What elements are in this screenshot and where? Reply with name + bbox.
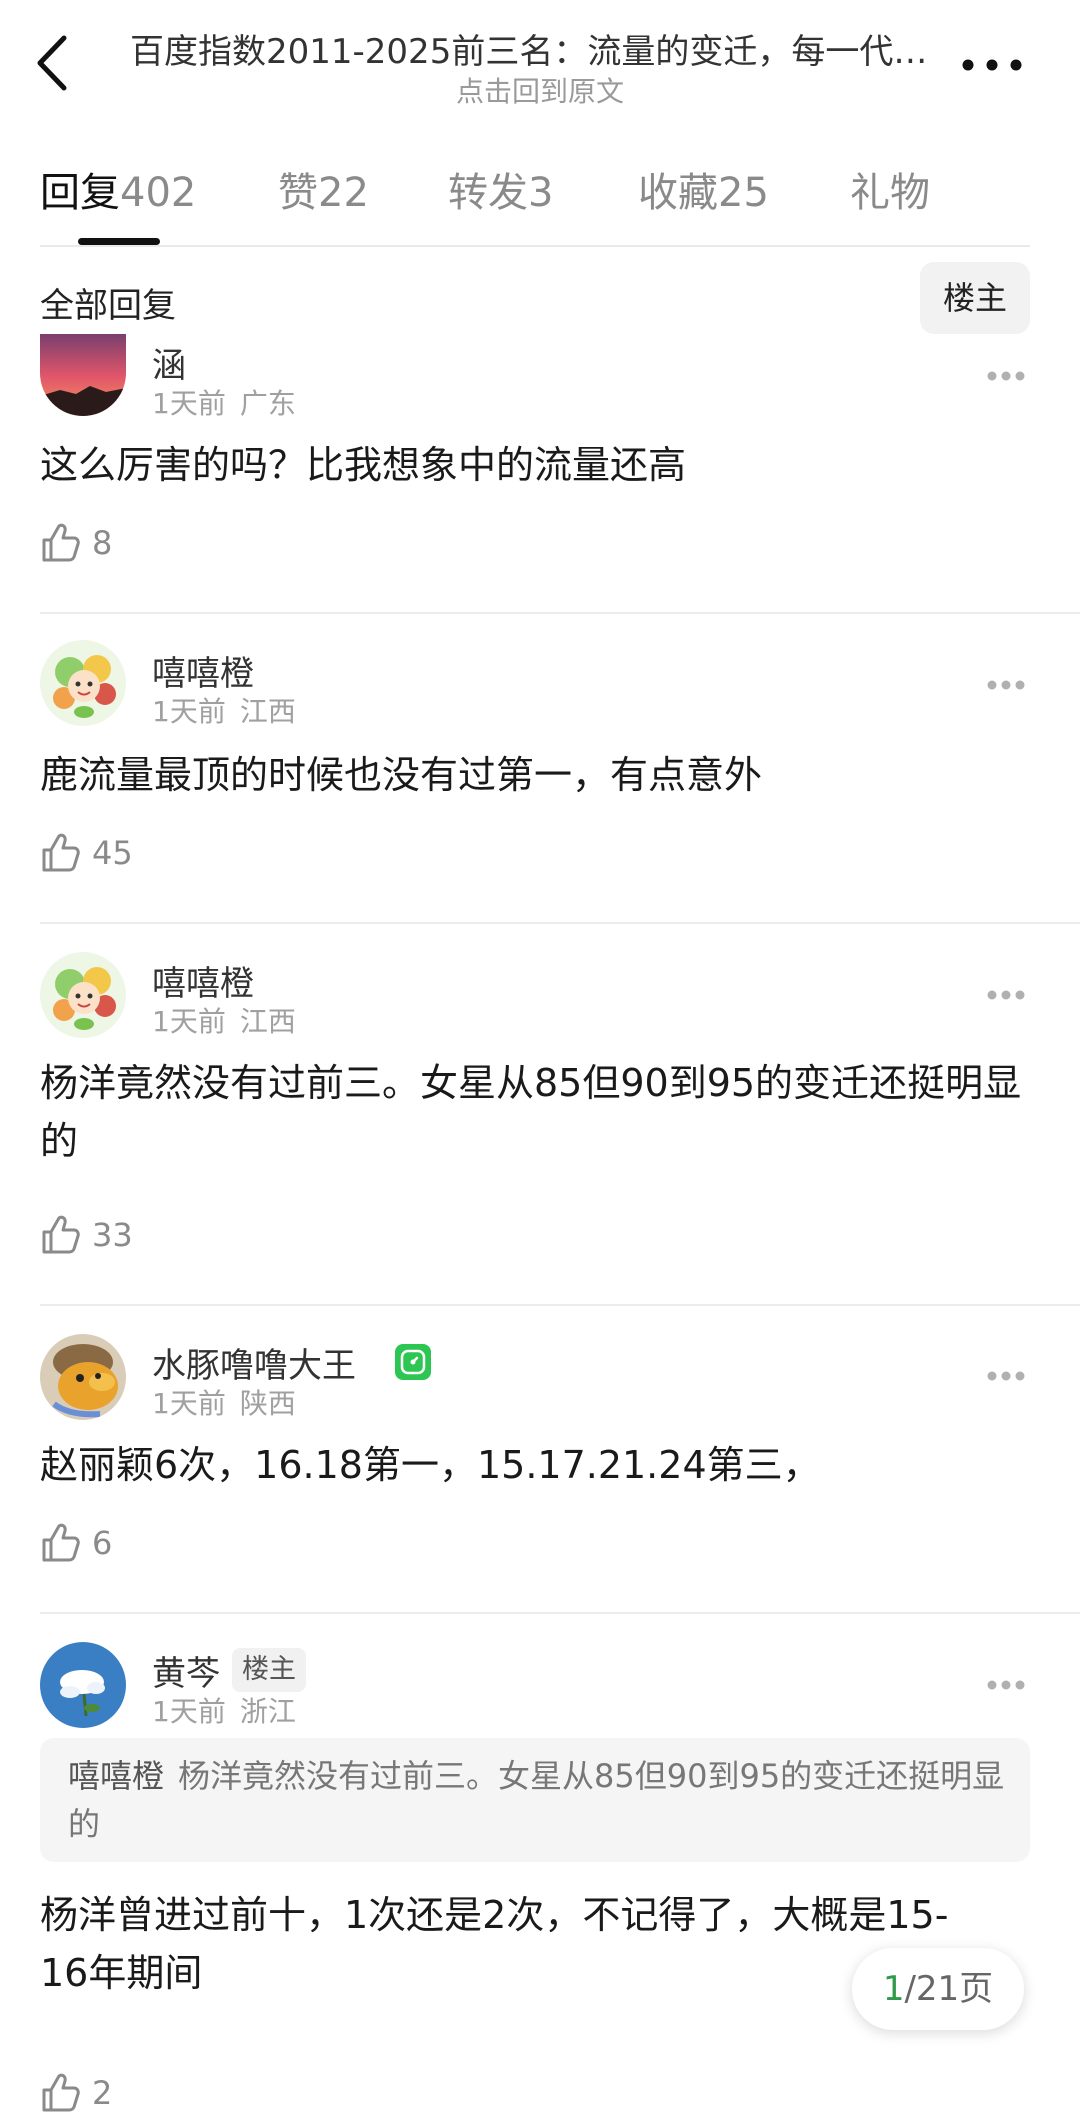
op-only-button[interactable]: 楼主: [920, 262, 1030, 334]
thumbs-up-icon: [42, 523, 80, 562]
back-to-original-link[interactable]: 点击回到原文: [0, 70, 1080, 110]
comment-text: 赵丽颖6次，16.18第一，15.17.21.24第三，: [40, 1443, 821, 1487]
comment-more-icon[interactable]: [986, 1367, 1026, 1381]
username[interactable]: 嘻嘻橙: [152, 646, 254, 695]
comment-text: 杨洋竟然没有过前三。女星从85但90到95的变迁还挺明显的: [40, 1061, 1022, 1163]
avatar[interactable]: [40, 640, 126, 726]
comment-divider: [40, 1612, 1080, 1614]
comment-more-icon[interactable]: [986, 1676, 1026, 1690]
quoted-author[interactable]: 嘻嘻橙: [68, 1757, 164, 1795]
thumbs-up-icon: [42, 833, 80, 872]
active-tab-indicator: [78, 238, 160, 245]
like-button[interactable]: 6: [40, 1522, 160, 1566]
thumbs-up-icon: [42, 2073, 80, 2112]
like-button[interactable]: 33: [40, 1214, 180, 1258]
comment-text: 这么厉害的吗？比我想象中的流量还高: [40, 443, 687, 487]
quoted-text: 杨洋竟然没有过前三。女星从85但90到95的变迁还挺明显的: [68, 1757, 1005, 1843]
avatar[interactable]: [40, 952, 126, 1038]
comment-meta: 1天前 江西: [152, 1005, 296, 1038]
tab-replies[interactable]: 回复402: [40, 160, 196, 218]
tab-favorites[interactable]: 收藏25: [638, 160, 769, 218]
tab-gifts[interactable]: 礼物: [850, 160, 930, 218]
comment-more-icon[interactable]: [986, 676, 1026, 690]
like-button[interactable]: 2: [40, 2072, 160, 2116]
comment-more-icon[interactable]: [986, 367, 1026, 381]
username[interactable]: 黄芩: [152, 1646, 220, 1695]
avatar[interactable]: [40, 1642, 126, 1728]
comment-divider: [40, 922, 1080, 924]
tab-divider: [40, 245, 1030, 247]
page-indicator[interactable]: 1/21页: [852, 1948, 1024, 2030]
like-button[interactable]: 8: [40, 522, 160, 566]
comment-meta: 1天前 浙江: [152, 1695, 296, 1728]
thumbs-up-icon: [42, 1215, 80, 1254]
member-badge-icon: [395, 1344, 431, 1380]
all-replies-label: 全部回复: [40, 286, 176, 326]
username[interactable]: 涵: [152, 338, 186, 387]
tab-bar: 回复402 赞22 转发3 收藏25 礼物: [40, 160, 1030, 246]
comment-meta: 1天前 广东: [152, 387, 296, 420]
tab-likes[interactable]: 赞22: [278, 160, 369, 218]
quoted-reply[interactable]: 嘻嘻橙 杨洋竟然没有过前三。女星从85但90到95的变迁还挺明显的: [40, 1738, 1030, 1862]
username[interactable]: 嘻嘻橙: [152, 956, 254, 1005]
post-title[interactable]: 百度指数2011-2025前三名：流量的变迁，每一代…: [130, 24, 930, 73]
comment-text: 杨洋曾进过前十，1次还是2次，不记得了，大概是15-16年期间: [40, 1893, 949, 1995]
comment-divider: [40, 612, 1080, 614]
comment-meta: 1天前 陕西: [152, 1387, 296, 1420]
thumbs-up-icon: [42, 1523, 80, 1562]
avatar[interactable]: [40, 1334, 126, 1420]
tab-reposts[interactable]: 转发3: [448, 160, 553, 218]
comment-text: 鹿流量最顶的时候也没有过第一，有点意外: [40, 753, 763, 797]
username[interactable]: 水豚噜噜大王: [152, 1338, 356, 1387]
more-options-icon[interactable]: [958, 50, 1028, 80]
avatar[interactable]: [40, 334, 126, 416]
comment-more-icon[interactable]: [986, 986, 1026, 1000]
comment-divider: [40, 1304, 1080, 1306]
like-button[interactable]: 45: [40, 832, 180, 876]
op-tag: 楼主: [232, 1648, 306, 1692]
comment-meta: 1天前 江西: [152, 695, 296, 728]
